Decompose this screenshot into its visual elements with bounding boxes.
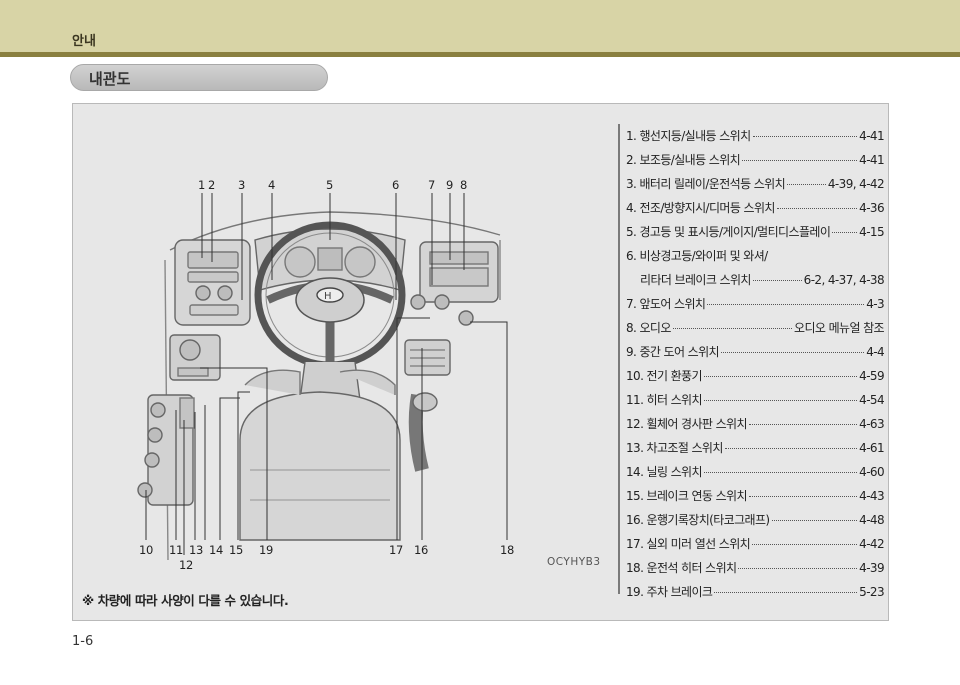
callout-8: 8	[460, 178, 468, 192]
callout-18: 18	[500, 543, 515, 557]
index-item: 19. 주차 브레이크 5-23	[626, 585, 885, 599]
callout-1: 1	[198, 178, 206, 192]
index-item: 13. 차고조절 스위치 4-61	[626, 441, 885, 455]
callout-4: 4	[268, 178, 276, 192]
image-code: OCYHYB3	[547, 556, 601, 568]
index-bar	[618, 124, 620, 594]
index-item: 리타더 브레이크 스위치 6-2, 4-37, 4-38	[640, 273, 885, 287]
index-item: 4. 전조/방향지시/디머등 스위치 4-36	[626, 201, 885, 215]
index-item: 8. 오디오 오디오 메뉴얼 참조	[626, 321, 885, 335]
page-number: 1-6	[72, 634, 94, 649]
index-item: 3. 배터리 릴레이/운전석등 스위치 4-39, 4-42	[626, 177, 885, 191]
callout-11: 11	[169, 543, 184, 557]
callout-15: 15	[229, 543, 244, 557]
index-item: 2. 보조등/실내등 스위치 4-41	[626, 153, 885, 167]
svg-text:H: H	[324, 291, 332, 302]
index-item: 10. 전기 환풍기 4-59	[626, 369, 885, 383]
callout-9: 9	[446, 178, 454, 192]
index-item: 5. 경고등 및 표시등/게이지/멀티디스플레이 4-15	[626, 225, 885, 239]
index-item: 7. 앞도어 스위치 4-3	[626, 297, 885, 311]
dashboard-drawing: H	[137, 211, 501, 561]
callout-5: 5	[326, 178, 334, 192]
callout-16: 16	[414, 543, 429, 557]
index-item: 16. 운행기록장치(타코그래프) 4-48	[626, 513, 885, 527]
index-item: 9. 중간 도어 스위치 4-4	[626, 345, 885, 359]
index-item: 14. 닐링 스위치 4-60	[626, 465, 885, 479]
callout-13: 13	[189, 543, 204, 557]
index-item: 15. 브레이크 연동 스위치 4-43	[626, 489, 885, 503]
callout-3: 3	[238, 178, 246, 192]
callout-2: 2	[208, 178, 216, 192]
index-item: 17. 실외 미러 열선 스위치 4-42	[626, 537, 885, 551]
index-item: 1. 행선지등/실내등 스위치 4-41	[626, 129, 885, 143]
callout-6: 6	[392, 178, 400, 192]
callout-17: 17	[389, 543, 404, 557]
callout-12: 12	[179, 558, 194, 572]
callout-10: 10	[139, 543, 154, 557]
callout-7: 7	[428, 178, 436, 192]
callout-14: 14	[209, 543, 224, 557]
index-item: 12. 휠체어 경사판 스위치 4-63	[626, 417, 885, 431]
footnote: ※ 차량에 따라 사양이 다를 수 있습니다.	[82, 593, 289, 608]
index-item: 18. 운전석 히터 스위치 4-39	[626, 561, 885, 575]
callout-19: 19	[259, 543, 274, 557]
index-item: 11. 히터 스위치 4-54	[626, 393, 885, 407]
index-item: 6. 비상경고등/와이퍼 및 와셔/	[626, 249, 768, 263]
